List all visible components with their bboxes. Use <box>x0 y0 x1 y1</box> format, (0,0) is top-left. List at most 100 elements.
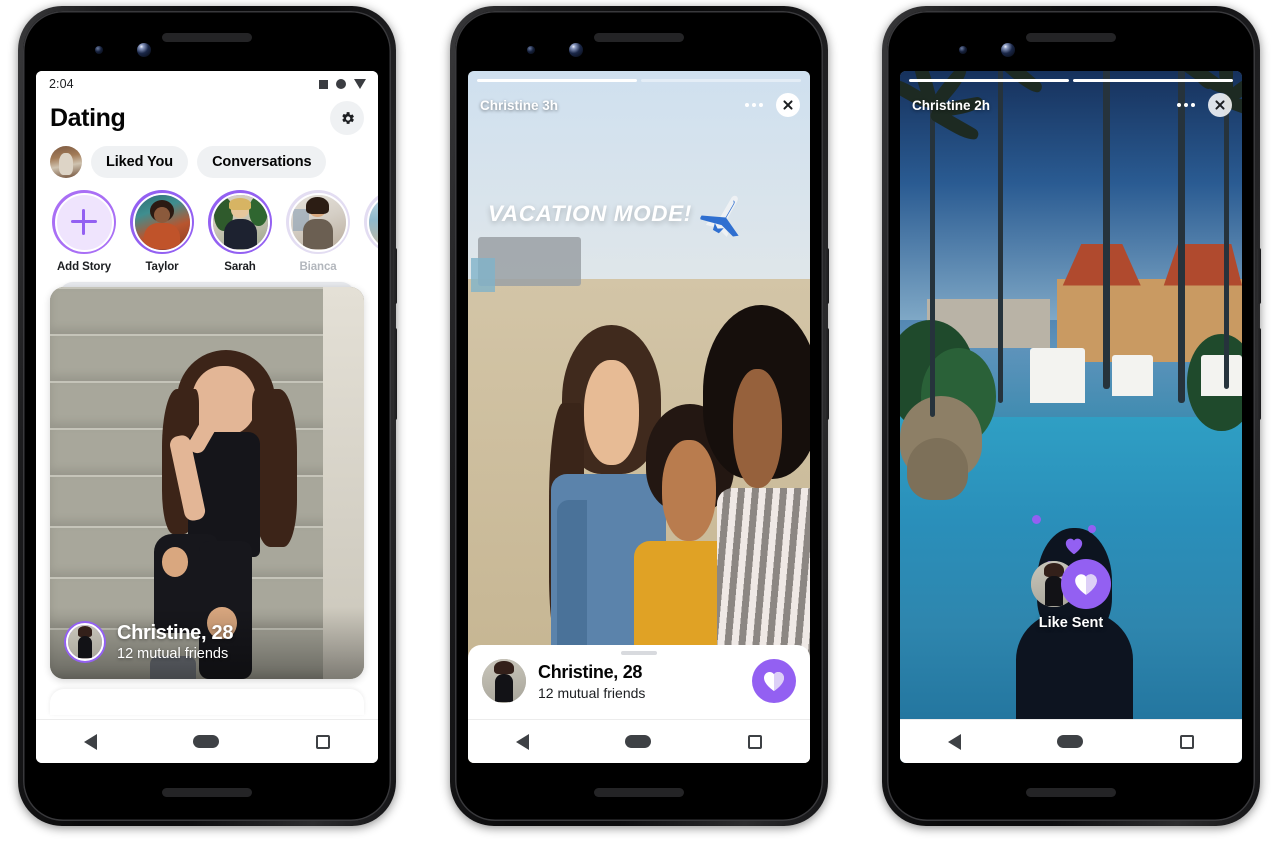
front-camera-main <box>137 43 151 57</box>
recents-icon[interactable] <box>747 734 762 749</box>
filter-conversations[interactable]: Conversations <box>197 146 327 178</box>
front-camera-secondary <box>527 46 535 54</box>
profile-meta: 12 mutual friends <box>117 646 229 662</box>
like-button[interactable] <box>752 659 796 703</box>
recents-icon[interactable] <box>1179 734 1194 749</box>
story-label: Add Story <box>56 261 112 273</box>
story-progress <box>477 79 801 82</box>
like-sent-row <box>976 559 1166 609</box>
sheet-grabber[interactable] <box>621 651 657 655</box>
back-icon[interactable] <box>948 733 962 750</box>
story-item-add[interactable]: Add Story <box>52 190 116 273</box>
overlay-caption: VACATION MODE! <box>488 201 692 226</box>
close-icon[interactable] <box>776 93 800 117</box>
system-nav-bar <box>900 719 1242 763</box>
airplane-icon <box>699 195 740 241</box>
front-camera-main <box>569 43 583 57</box>
story-item-taylor[interactable]: Taylor <box>130 190 194 273</box>
front-camera-main <box>1001 43 1015 57</box>
avatar <box>482 659 526 703</box>
story-progress-segment <box>477 79 637 82</box>
story-ring-unseen <box>130 190 194 254</box>
front-camera-secondary <box>959 46 967 54</box>
my-avatar[interactable] <box>50 146 82 178</box>
phone-bezel: Christine 3h VACATION MODE! Christine, 2… <box>455 11 823 821</box>
profile-card-info: Christine, 28 12 mutual friends <box>50 607 364 679</box>
story-progress-segment <box>641 79 801 82</box>
home-icon[interactable] <box>1057 735 1084 748</box>
volume-button[interactable] <box>1257 248 1261 304</box>
story-header: Christine 2h <box>912 93 1232 117</box>
home-icon[interactable] <box>193 735 220 748</box>
floating-dot <box>1088 525 1096 533</box>
phone-2-screen: Christine 3h VACATION MODE! Christine, 2… <box>468 71 810 763</box>
heart-icon <box>1075 574 1097 595</box>
story-label: Sp <box>364 261 378 273</box>
gear-icon <box>341 111 354 124</box>
phone-3-screen: Christine 2h Like Sent <box>900 71 1242 763</box>
next-card-peek <box>50 689 364 715</box>
story-photo-resort <box>900 71 1242 763</box>
profile-meta: 12 mutual friends <box>538 684 646 701</box>
profile-card[interactable]: Christine, 28 12 mutual friends <box>50 287 364 679</box>
profile-card-stack: Christine, 28 12 mutual friends <box>50 282 364 679</box>
system-nav-bar <box>468 719 810 763</box>
story-author: Christine 3h <box>480 97 559 113</box>
earpiece-speaker <box>162 33 252 42</box>
status-icons <box>319 79 366 89</box>
bottom-speaker <box>162 788 252 797</box>
story-item-partial[interactable]: Sp <box>364 190 378 273</box>
story-header: Christine 3h <box>480 93 800 117</box>
story-tray[interactable]: Add Story Taylor Sarah Bianca <box>36 178 378 273</box>
story-item-sarah[interactable]: Sarah <box>208 190 272 273</box>
like-sent-confirmation: Like Sent <box>976 515 1166 631</box>
close-icon[interactable] <box>1208 93 1232 117</box>
settings-button[interactable] <box>330 101 364 135</box>
earpiece-speaker <box>594 33 684 42</box>
volume-button[interactable] <box>393 248 397 304</box>
back-icon[interactable] <box>84 733 98 750</box>
home-icon[interactable] <box>625 735 652 748</box>
bottom-speaker <box>594 788 684 797</box>
story-label: Sarah <box>224 261 256 273</box>
app-header: Dating <box>36 97 378 135</box>
like-sent-label: Like Sent <box>1038 615 1104 631</box>
page-title: Dating <box>50 103 126 132</box>
phone-device-3: Christine 2h Like Sent <box>882 6 1261 826</box>
story-ring-unseen <box>208 190 272 254</box>
power-button[interactable] <box>1257 328 1261 420</box>
story-progress <box>909 79 1233 82</box>
more-dots-icon[interactable] <box>1176 103 1195 107</box>
power-button[interactable] <box>825 328 829 420</box>
volume-button[interactable] <box>825 248 829 304</box>
story-profile-footer: Christine, 28 12 mutual friends <box>468 645 810 719</box>
earpiece-speaker <box>1026 33 1116 42</box>
story-avatar <box>366 192 378 252</box>
filter-row: Liked You Conversations <box>36 135 378 178</box>
story-ring-seen <box>286 190 350 254</box>
story-item-bianca[interactable]: Bianca <box>286 190 350 273</box>
plus-icon <box>71 209 97 235</box>
status-bar: 2:04 <box>36 71 378 97</box>
power-button[interactable] <box>393 328 397 420</box>
square-icon <box>319 79 328 89</box>
heart-icon <box>764 672 784 691</box>
profile-name: Christine, 28 <box>538 661 643 682</box>
recents-icon[interactable] <box>315 734 330 749</box>
bottom-speaker <box>1026 788 1116 797</box>
add-story-circle <box>54 192 114 252</box>
status-clock: 2:04 <box>49 77 74 91</box>
story-avatar <box>132 192 192 252</box>
back-icon[interactable] <box>516 733 530 750</box>
story-viewer[interactable]: Christine 3h VACATION MODE! Christine, 2… <box>468 71 810 763</box>
story-viewer[interactable]: Christine 2h Like Sent <box>900 71 1242 763</box>
more-dots-icon[interactable] <box>744 103 763 107</box>
front-camera-secondary <box>95 46 103 54</box>
floating-heart-icon <box>1065 538 1083 555</box>
filter-liked-you[interactable]: Liked You <box>91 146 189 178</box>
story-overlay-text: VACATION MODE! <box>488 191 796 241</box>
profile-card-text: Christine, 28 12 mutual friends <box>117 622 233 662</box>
circle-icon <box>336 79 346 89</box>
system-nav-bar <box>36 719 378 763</box>
story-ring-seen <box>364 190 378 254</box>
